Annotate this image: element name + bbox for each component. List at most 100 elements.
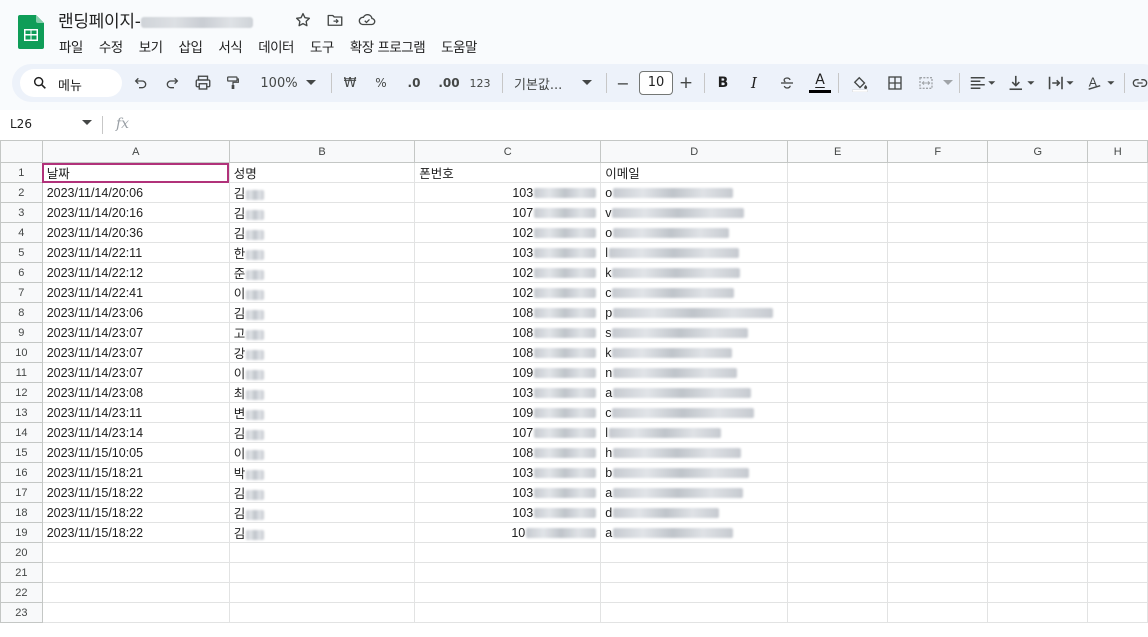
cell-b-19[interactable]: 김 — [228, 522, 416, 543]
cell-c-7[interactable]: 102 — [414, 282, 602, 303]
cell-b-10[interactable]: 강 — [228, 342, 416, 363]
row-header[interactable]: 10 — [0, 342, 43, 363]
cell-c-18[interactable]: 103 — [414, 502, 602, 523]
cell-b-18[interactable]: 김 — [228, 502, 416, 523]
cell-f-16[interactable] — [887, 462, 989, 483]
cell-g-3[interactable] — [987, 202, 1089, 223]
number-format-button[interactable]: 123 — [468, 71, 492, 95]
cell-g-23[interactable] — [987, 602, 1089, 623]
cell-d-10[interactable]: k — [600, 342, 789, 363]
move-folder-icon[interactable] — [324, 9, 346, 31]
cell-d-6[interactable]: k — [600, 262, 789, 283]
increase-decimal-button[interactable]: .00 — [436, 71, 462, 95]
column-header-c[interactable]: C — [414, 140, 602, 163]
cell-e-21[interactable] — [787, 562, 889, 583]
cell-e-22[interactable] — [787, 582, 889, 603]
cell-c-5[interactable]: 103 — [414, 242, 602, 263]
cell-h-17[interactable] — [1087, 482, 1148, 503]
cell-c-14[interactable]: 107 — [414, 422, 602, 443]
paint-format-icon[interactable] — [222, 71, 244, 95]
text-rotation-icon[interactable]: A — [1085, 71, 1119, 95]
menu-insert[interactable]: 삽입 — [179, 36, 211, 56]
cell-a-8[interactable]: 2023/11/14/23:06 — [41, 302, 230, 323]
cell-c-12[interactable]: 103 — [414, 382, 602, 403]
cell-g-8[interactable] — [987, 302, 1089, 323]
cell-f-5[interactable] — [887, 242, 989, 263]
fill-color-icon[interactable] — [848, 71, 872, 95]
menu-format[interactable]: 서식 — [218, 36, 250, 56]
text-wrapping-icon[interactable] — [1046, 71, 1078, 95]
cell-c-22[interactable] — [414, 582, 602, 603]
cell-a-16[interactable]: 2023/11/15/18:21 — [41, 462, 230, 483]
row-header[interactable]: 14 — [0, 422, 43, 443]
horizontal-align-icon[interactable] — [967, 71, 999, 95]
row-header[interactable]: 15 — [0, 442, 43, 463]
cell-g-17[interactable] — [987, 482, 1089, 503]
cell-h-4[interactable] — [1087, 222, 1148, 243]
cell-b-3[interactable]: 김 — [228, 202, 416, 223]
cell-c-23[interactable] — [414, 602, 602, 623]
cell-h-2[interactable] — [1087, 182, 1148, 203]
cell-d-21[interactable] — [600, 562, 789, 583]
cell-b-2[interactable]: 김 — [228, 182, 416, 203]
cell-g-10[interactable] — [987, 342, 1089, 363]
strikethrough-icon[interactable] — [776, 71, 798, 95]
cell-c-4[interactable]: 102 — [414, 222, 602, 243]
cell-d-12[interactable]: a — [600, 382, 789, 403]
cell-g-4[interactable] — [987, 222, 1089, 243]
star-icon[interactable] — [292, 9, 314, 31]
cell-b-6[interactable]: 준 — [228, 262, 416, 283]
cell-e-20[interactable] — [787, 542, 889, 563]
cell-c-16[interactable]: 103 — [414, 462, 602, 483]
insert-link-icon[interactable] — [1132, 71, 1148, 95]
cell-f-20[interactable] — [887, 542, 989, 563]
cell-a-14[interactable]: 2023/11/14/23:14 — [41, 422, 230, 443]
row-header[interactable]: 20 — [0, 542, 43, 563]
cell-h-11[interactable] — [1087, 362, 1148, 383]
row-header[interactable]: 1 — [0, 162, 43, 183]
cell-a-2[interactable]: 2023/11/14/20:06 — [41, 182, 230, 203]
cell-e-12[interactable] — [787, 382, 889, 403]
cell-d-8[interactable]: p — [600, 302, 789, 323]
cell-d-11[interactable]: n — [600, 362, 789, 383]
cell-d-5[interactable]: l — [600, 242, 789, 263]
text-color-button[interactable]: A — [808, 71, 832, 95]
zoom-value[interactable]: 100% — [258, 71, 300, 95]
cell-a-6[interactable]: 2023/11/14/22:12 — [41, 262, 230, 283]
cell-d-17[interactable]: a — [600, 482, 789, 503]
cell-h-3[interactable] — [1087, 202, 1148, 223]
cell-b-1[interactable]: 성명 — [228, 162, 416, 183]
cell-b-4[interactable]: 김 — [228, 222, 416, 243]
decrease-font-size-button[interactable]: − — [614, 71, 632, 95]
cell-h-15[interactable] — [1087, 442, 1148, 463]
column-header-d[interactable]: D — [600, 140, 789, 163]
row-header[interactable]: 13 — [0, 402, 43, 423]
row-header[interactable]: 16 — [0, 462, 43, 483]
cell-h-20[interactable] — [1087, 542, 1148, 563]
cell-e-14[interactable] — [787, 422, 889, 443]
print-icon[interactable] — [192, 71, 214, 95]
cell-g-12[interactable] — [987, 382, 1089, 403]
column-header-e[interactable]: E — [787, 140, 889, 163]
cell-c-1[interactable]: 폰번호 — [414, 162, 602, 183]
select-all-corner[interactable] — [0, 140, 43, 163]
row-header[interactable]: 22 — [0, 582, 43, 603]
cell-f-1[interactable] — [887, 162, 989, 183]
cell-b-7[interactable]: 이 — [228, 282, 416, 303]
cell-e-5[interactable] — [787, 242, 889, 263]
cell-h-10[interactable] — [1087, 342, 1148, 363]
cell-f-8[interactable] — [887, 302, 989, 323]
cell-g-9[interactable] — [987, 322, 1089, 343]
cell-g-1[interactable] — [987, 162, 1089, 183]
cell-c-21[interactable] — [414, 562, 602, 583]
cell-a-3[interactable]: 2023/11/14/20:16 — [41, 202, 230, 223]
name-box[interactable]: L26 — [10, 117, 32, 131]
row-header[interactable]: 2 — [0, 182, 43, 203]
cell-e-19[interactable] — [787, 522, 889, 543]
menu-help[interactable]: 도움말 — [441, 36, 485, 56]
cell-h-9[interactable] — [1087, 322, 1148, 343]
cell-a-17[interactable]: 2023/11/15/18:22 — [41, 482, 230, 503]
row-header[interactable]: 19 — [0, 522, 43, 543]
cell-e-23[interactable] — [787, 602, 889, 623]
cell-a-4[interactable]: 2023/11/14/20:36 — [41, 222, 230, 243]
